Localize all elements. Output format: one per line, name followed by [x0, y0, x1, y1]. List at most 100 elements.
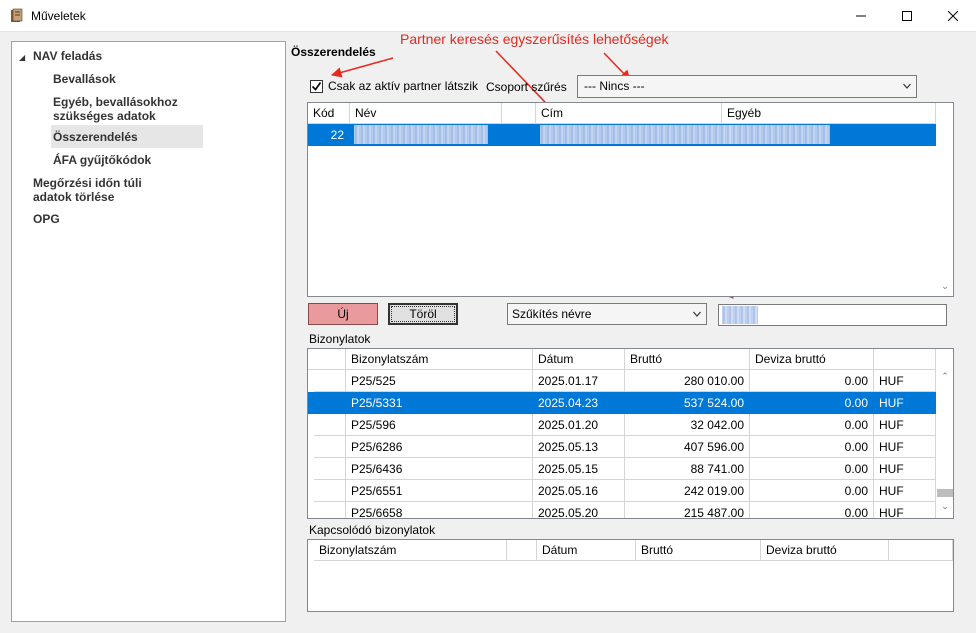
cell-currency[interactable]: HUF	[874, 414, 936, 436]
cell-gross[interactable]: 407 596.00	[625, 436, 750, 458]
cell-gross[interactable]: 32 042.00	[625, 414, 750, 436]
scroll-down-icon[interactable]: ⌄	[937, 281, 953, 296]
title-bar: Műveletek	[0, 0, 976, 32]
cell-fx-gross[interactable]: 0.00	[750, 436, 874, 458]
col-header-bizonylatszam[interactable]: Bizonylatszám	[314, 540, 507, 561]
table-row[interactable]: 22	[308, 124, 936, 146]
table-row[interactable]: P25/596 2025.01.20 32 042.00 0.00 HUF	[308, 414, 936, 436]
cell-date[interactable]: 2025.05.20	[533, 502, 625, 518]
table-row[interactable]: P25/525 2025.01.17 280 010.00 0.00 HUF	[308, 370, 936, 392]
scrollbar-thumb[interactable]	[937, 489, 953, 497]
cell-date[interactable]: 2025.04.23	[533, 392, 625, 414]
blurred-other	[726, 125, 830, 144]
cell-number[interactable]: P25/525	[346, 370, 533, 392]
cell-number[interactable]: P25/6286	[346, 436, 533, 458]
col-header-blank[interactable]	[889, 540, 953, 561]
row-header-cell[interactable]	[314, 370, 346, 392]
col-header-deviza-brutto[interactable]: Deviza bruttó	[761, 540, 889, 561]
nav-item-nav-feladas[interactable]: NAV feladás	[33, 49, 102, 63]
cell-fx-gross[interactable]: 0.00	[750, 414, 874, 436]
row-header-cell[interactable]	[314, 480, 346, 502]
nav-item-egyeb-adatok[interactable]: Egyéb, bevallásokhoz szükséges adatok	[53, 95, 203, 123]
scroll-up-icon[interactable]: ⌃	[937, 371, 953, 387]
minimize-button[interactable]	[838, 0, 884, 32]
cell-fx-gross[interactable]: 0.00	[750, 370, 874, 392]
related-documents-grid[interactable]: Bizonylatszám Dátum Bruttó Deviza bruttó	[307, 539, 954, 612]
partner-grid[interactable]: Kód Név Cím Egyéb 22 ⌄	[307, 102, 954, 297]
minimize-icon	[856, 15, 866, 17]
cell-currency[interactable]: HUF	[874, 392, 936, 414]
active-partner-checkbox[interactable]	[310, 80, 323, 93]
partner-search-input[interactable]	[718, 304, 947, 326]
row-header-cell[interactable]	[314, 414, 346, 436]
col-header-cim[interactable]: Cím	[536, 103, 722, 124]
row-header-cell[interactable]	[314, 392, 346, 414]
cell-number[interactable]: P25/6658	[346, 502, 533, 518]
cell-currency[interactable]: HUF	[874, 502, 936, 518]
cell-gross[interactable]: 280 010.00	[625, 370, 750, 392]
cell-date[interactable]: 2025.01.17	[533, 370, 625, 392]
blurred-search-text	[722, 306, 758, 324]
cell-gross[interactable]: 537 524.00	[625, 392, 750, 414]
cell-fx-gross[interactable]: 0.00	[750, 458, 874, 480]
table-row[interactable]: P25/6551 2025.05.16 242 019.00 0.00 HUF	[308, 480, 936, 502]
checkmark-icon	[311, 82, 322, 91]
new-button[interactable]: Új	[308, 303, 378, 325]
col-header-datum[interactable]: Dátum	[533, 349, 625, 370]
partner-code-cell[interactable]: 22	[308, 124, 350, 146]
related-documents-label: Kapcsolódó bizonylatok	[309, 523, 436, 537]
nav-item-bevallasok[interactable]: Bevallások	[53, 72, 116, 86]
col-header-blank[interactable]	[507, 540, 537, 561]
col-header-bizonylatszam[interactable]: Bizonylatszám	[346, 349, 533, 370]
col-header-kod[interactable]: Kód	[308, 103, 350, 124]
nav-item-megorzesi-torles[interactable]: Megőrzési időn túli adatok törlése	[33, 176, 173, 204]
expand-arrow-icon[interactable]: ◢	[19, 53, 25, 62]
table-row[interactable]: P25/5331 2025.04.23 537 524.00 0.00 HUF	[308, 392, 936, 414]
col-header-egyeb[interactable]: Egyéb	[722, 103, 936, 124]
col-header-blank[interactable]	[308, 349, 346, 370]
cell-gross[interactable]: 242 019.00	[625, 480, 750, 502]
cell-currency[interactable]: HUF	[874, 458, 936, 480]
col-header-blank[interactable]	[502, 103, 536, 124]
cell-fx-gross[interactable]: 0.00	[750, 480, 874, 502]
table-row[interactable]: P25/6658 2025.05.20 215 487.00 0.00 HUF	[308, 502, 936, 518]
row-header-cell[interactable]	[314, 458, 346, 480]
cell-gross[interactable]: 88 741.00	[625, 458, 750, 480]
narrow-filter-select[interactable]: Szűkítés névre	[507, 303, 707, 325]
row-header-cell[interactable]	[314, 436, 346, 458]
cell-currency[interactable]: HUF	[874, 436, 936, 458]
cell-number[interactable]: P25/596	[346, 414, 533, 436]
cell-currency[interactable]: HUF	[874, 370, 936, 392]
nav-item-opg[interactable]: OPG	[33, 212, 60, 226]
nav-item-afa-gyujtokodok[interactable]: ÁFA gyűjtőkódok	[53, 153, 151, 167]
narrow-filter-value: Szűkítés névre	[512, 307, 592, 321]
col-header-brutto[interactable]: Bruttó	[636, 540, 761, 561]
cell-number[interactable]: P25/6551	[346, 480, 533, 502]
col-header-deviza-brutto[interactable]: Deviza bruttó	[750, 349, 874, 370]
cell-number[interactable]: P25/5331	[346, 392, 533, 414]
navigation-tree: ◢ NAV feladás Bevallások Egyéb, bevallás…	[11, 41, 286, 622]
table-row[interactable]: P25/6286 2025.05.13 407 596.00 0.00 HUF	[308, 436, 936, 458]
col-header-nev[interactable]: Név	[350, 103, 502, 124]
maximize-button[interactable]	[884, 0, 930, 32]
close-button[interactable]	[930, 0, 976, 32]
col-header-datum[interactable]: Dátum	[537, 540, 636, 561]
cell-gross[interactable]: 215 487.00	[625, 502, 750, 518]
table-row[interactable]: P25/6436 2025.05.15 88 741.00 0.00 HUF	[308, 458, 936, 480]
documents-grid[interactable]: Bizonylatszám Dátum Bruttó Deviza bruttó…	[307, 348, 954, 519]
cell-number[interactable]: P25/6436	[346, 458, 533, 480]
col-header-brutto[interactable]: Bruttó	[625, 349, 750, 370]
col-header-currency[interactable]	[874, 349, 936, 370]
nav-item-osszerendeles[interactable]: Összerendelés	[53, 130, 138, 144]
cell-fx-gross[interactable]: 0.00	[750, 502, 874, 518]
cell-date[interactable]: 2025.05.13	[533, 436, 625, 458]
cell-date[interactable]: 2025.01.20	[533, 414, 625, 436]
cell-fx-gross[interactable]: 0.00	[750, 392, 874, 414]
scroll-down-icon[interactable]: ⌄	[937, 501, 953, 517]
cell-currency[interactable]: HUF	[874, 480, 936, 502]
cell-date[interactable]: 2025.05.15	[533, 458, 625, 480]
group-filter-select[interactable]: --- Nincs ---	[577, 75, 917, 98]
delete-button[interactable]: Töröl	[388, 303, 458, 325]
row-header-cell[interactable]	[314, 502, 346, 518]
cell-date[interactable]: 2025.05.16	[533, 480, 625, 502]
